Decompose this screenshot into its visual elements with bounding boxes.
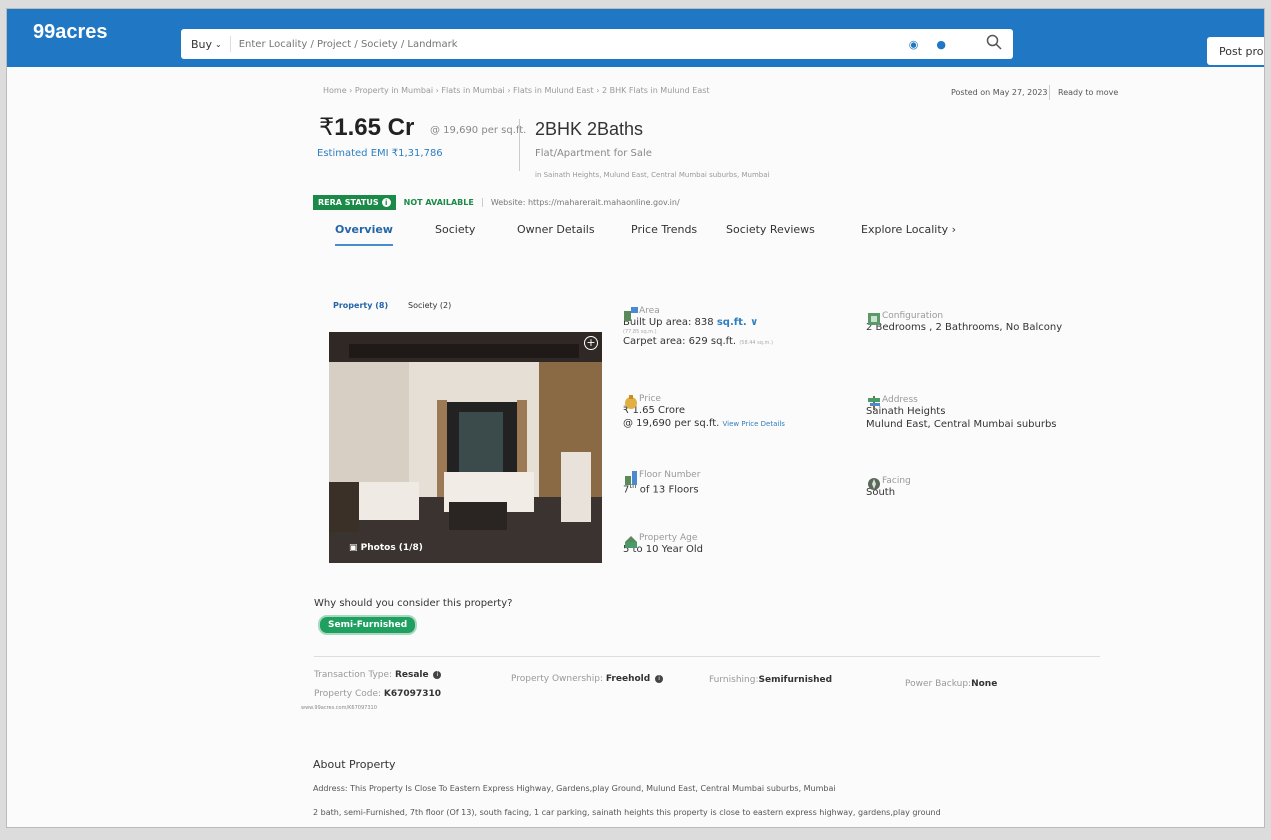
- ownership-value: Freehold: [605, 674, 651, 684]
- unit-dropdown[interactable]: sq.ft. ∨: [717, 317, 758, 328]
- area-icon: [624, 307, 638, 321]
- tab-overview[interactable]: Overview: [335, 223, 393, 246]
- search-input[interactable]: [230, 38, 891, 50]
- property-code-url[interactable]: www.99acres.com/K67097310: [301, 705, 377, 711]
- area-label: Area: [639, 306, 660, 316]
- property-ownership: Property Ownership: Freehold i: [511, 674, 664, 684]
- price-detail: Price ₹ 1.65 Crore @ 19,690 per sq.ft. V…: [623, 394, 785, 431]
- power-backup-value: None: [971, 679, 998, 689]
- property-code-label: Property Code:: [314, 689, 382, 699]
- property-photo[interactable]: + ▣ Photos (1/8): [329, 332, 602, 563]
- rera-website[interactable]: Website: https://maharerait.mahaonline.g…: [481, 198, 680, 207]
- price-icon: [625, 395, 637, 409]
- buy-label: Buy: [191, 37, 213, 51]
- living-room-image: [329, 332, 602, 563]
- view-price-details-link[interactable]: View Price Details: [723, 420, 785, 428]
- info-icon[interactable]: i: [433, 670, 442, 679]
- furnishing-value: Semifurnished: [758, 675, 833, 685]
- ownership-label: Property Ownership:: [511, 674, 603, 684]
- tab-society-reviews[interactable]: Society Reviews: [726, 223, 815, 244]
- chevron-down-icon: ⌄: [215, 39, 222, 49]
- price-amount: 1.65 Cr: [334, 114, 415, 141]
- subtab-society[interactable]: Society (2): [408, 301, 451, 310]
- address-line-1: Sainath Heights: [866, 406, 946, 417]
- power-backup-label: Power Backup:: [905, 679, 972, 689]
- property-code: Property Code: K67097310: [314, 689, 441, 699]
- info-icon: i: [381, 198, 391, 207]
- photos-count-label: Photos (1/8): [360, 543, 423, 553]
- search-bar: Buy ⌄ ◉ ●: [181, 29, 1013, 59]
- about-description-text: 2 bath, semi-Furnished, 7th floor (Of 13…: [313, 808, 941, 817]
- price-label: Price: [639, 394, 661, 404]
- semi-furnished-badge: Semi-Furnished: [318, 615, 418, 635]
- facing-detail: Facing South: [866, 476, 911, 499]
- location-target-icon[interactable]: ◉: [909, 38, 919, 51]
- property-title: 2BHK 2Baths: [535, 119, 644, 139]
- price-heading: ₹1.65 Cr: [319, 113, 414, 142]
- furnishing: Furnishing:Semifurnished: [709, 675, 832, 685]
- estimated-emi-link[interactable]: Estimated EMI ₹1,31,786: [317, 148, 443, 159]
- breadcrumb[interactable]: Home › Property in Mumbai › Flats in Mum…: [323, 86, 710, 95]
- divider: [519, 119, 520, 171]
- configuration-label: Configuration: [882, 311, 944, 321]
- about-address-text: Address: This Property Is Close To Easte…: [313, 784, 836, 793]
- buy-dropdown[interactable]: Buy ⌄: [181, 36, 231, 52]
- building-age-icon: [625, 536, 637, 548]
- page-sheet: 99acres Buy ⌄ ◉ ● Post prop Home › Prope…: [6, 8, 1265, 828]
- property-location: in Sainath Heights, Mulund East, Central…: [535, 171, 770, 179]
- compass-icon: [868, 478, 880, 490]
- configuration-detail: Configuration 2 Bedrooms , 2 Bathrooms, …: [866, 311, 1062, 334]
- transaction-type-value: Resale: [394, 670, 429, 680]
- tab-society[interactable]: Society: [435, 223, 475, 244]
- info-icon[interactable]: i: [655, 674, 664, 683]
- price-value: ₹ 1.65 Crore: [623, 405, 686, 416]
- photos-count[interactable]: ▣ Photos (1/8): [349, 543, 423, 553]
- configuration-icon: [868, 313, 880, 325]
- furnishing-label: Furnishing:: [709, 675, 759, 685]
- area-detail: Area Built Up area: 838 sq.ft. ∨ (77.85 …: [623, 306, 773, 350]
- price-per-sqft-value: @ 19,690 per sq.ft.: [623, 418, 720, 429]
- top-bar: 99acres Buy ⌄ ◉ ● Post prop: [7, 9, 1264, 67]
- tab-explore-locality[interactable]: Explore Locality ›: [861, 223, 956, 244]
- price-per-sqft-detail: @ 19,690 per sq.ft. View Price Details: [623, 417, 785, 431]
- built-up-area: Built Up area: 838 sq.ft. ∨: [623, 316, 773, 329]
- transaction-type: Transaction Type: Resale i: [314, 670, 442, 680]
- rera-status-badge[interactable]: RERA STATUS i: [313, 195, 396, 210]
- property-age-detail: Property Age 5 to 10 Year Old: [623, 533, 703, 556]
- tab-owner-details[interactable]: Owner Details: [517, 223, 595, 244]
- rera-badge-label: RERA STATUS: [318, 198, 379, 207]
- floor-icon: [625, 471, 637, 485]
- address-label: Address: [882, 395, 918, 405]
- divider: [314, 656, 1100, 657]
- carpet-sqm: (58.44 sq.m.): [739, 340, 773, 346]
- tab-price-trends[interactable]: Price Trends: [631, 223, 697, 244]
- floor-total: of 13 Floors: [636, 484, 699, 496]
- search-icon[interactable]: [986, 34, 1002, 55]
- property-subtitle: Flat/Apartment for Sale: [535, 148, 652, 159]
- address-line-2: Mulund East, Central Mumbai suburbs: [866, 419, 1057, 430]
- rera-row: RERA STATUS i NOT AVAILABLE Website: htt…: [313, 195, 680, 210]
- zoom-plus-icon[interactable]: +: [584, 336, 598, 350]
- property-code-value: K67097310: [383, 689, 441, 699]
- site-logo[interactable]: 99acres: [33, 21, 108, 44]
- microphone-icon[interactable]: ●: [936, 38, 946, 51]
- transaction-type-label: Transaction Type:: [314, 670, 393, 680]
- rera-value: NOT AVAILABLE: [403, 198, 474, 207]
- address-icon: [868, 396, 880, 410]
- subtab-property[interactable]: Property (8): [333, 301, 388, 310]
- posted-date: Posted on May 27, 2023: [951, 88, 1048, 97]
- address-detail: Address Sainath Heights Mulund East, Cen…: [866, 395, 1057, 431]
- about-property-heading: About Property: [313, 758, 396, 771]
- status-badge: Ready to move: [1049, 85, 1118, 100]
- post-property-button[interactable]: Post prop: [1207, 37, 1264, 65]
- price-per-sqft: @ 19,690 per sq.ft.: [430, 125, 527, 136]
- power-backup: Power Backup:None: [905, 679, 997, 689]
- why-consider-heading: Why should you consider this property?: [314, 598, 513, 609]
- floor-detail: Floor Number 7th of 13 Floors: [623, 470, 700, 496]
- carpet-value: Carpet area: 629 sq.ft.: [623, 336, 737, 347]
- configuration-value: 2 Bedrooms , 2 Bathrooms, No Balcony: [866, 322, 1063, 333]
- image-icon: ▣: [349, 543, 361, 553]
- carpet-area: Carpet area: 629 sq.ft. (58.44 sq.m.): [623, 335, 773, 350]
- rupee-symbol: ₹: [319, 114, 335, 141]
